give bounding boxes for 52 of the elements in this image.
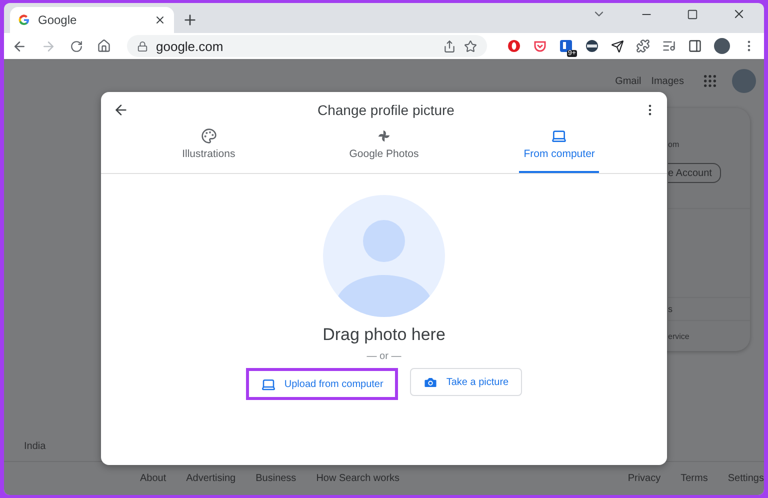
footer-link[interactable]: Advertising	[186, 473, 236, 484]
url-text: google.com	[156, 38, 224, 54]
lock-icon	[137, 40, 148, 52]
star-icon[interactable]	[464, 40, 477, 52]
laptop-icon	[551, 128, 568, 144]
card-item: s	[668, 304, 672, 314]
footer-link[interactable]: How Search works	[316, 473, 400, 484]
dialog-tab[interactable]: Google Photos	[344, 128, 424, 173]
laptop-icon	[261, 376, 276, 392]
manage-account-button[interactable]: e Account	[668, 163, 721, 183]
dialog-title: Change profile picture	[316, 102, 456, 118]
apps-grid-icon[interactable]	[702, 73, 718, 89]
masked-face-icon[interactable]	[585, 39, 599, 53]
header-link[interactable]: Gmail	[615, 76, 642, 86]
action-button[interactable]: Take a picture	[410, 368, 522, 396]
drag-prompt: Drag photo here	[322, 325, 446, 345]
close-icon[interactable]	[154, 14, 166, 26]
maximize-icon[interactable]	[687, 8, 698, 20]
back-icon[interactable]	[12, 38, 27, 54]
reload-icon[interactable]	[70, 40, 83, 52]
address-bar[interactable]: google.com	[127, 35, 487, 57]
profile-avatar[interactable]	[714, 38, 730, 54]
puzzle-icon[interactable]	[636, 39, 650, 53]
new-tab-icon[interactable]	[182, 12, 198, 28]
footer-link[interactable]: Business	[256, 473, 296, 484]
footer-link[interactable]: Privacy	[628, 473, 661, 484]
back-icon[interactable]	[113, 102, 129, 118]
share-icon[interactable]	[443, 40, 456, 52]
footer-link[interactable]: Settings	[728, 473, 764, 484]
dialog-tab[interactable]: From computer	[519, 128, 600, 173]
tab-title: Google	[38, 13, 78, 27]
or-separator: — or —	[366, 351, 402, 362]
pocket-icon[interactable]	[533, 39, 547, 53]
google-logo-icon	[18, 14, 30, 26]
browser-tab[interactable]: Google	[10, 7, 174, 33]
header-link[interactable]: Images	[651, 76, 684, 86]
country-text: India	[24, 440, 46, 452]
playlist-icon[interactable]	[662, 39, 676, 53]
card-item: ervice	[668, 332, 690, 340]
avatar-placeholder-icon	[323, 195, 445, 317]
palette-icon	[200, 128, 217, 144]
dialog-tab[interactable]: Illustrations	[168, 128, 249, 173]
side-panel-icon[interactable]	[688, 39, 702, 53]
footer-link[interactable]: Terms	[680, 473, 708, 484]
send-icon[interactable]	[611, 40, 624, 52]
pinwheel-icon	[376, 128, 392, 144]
action-button[interactable]: Upload from computer	[246, 368, 398, 400]
home-icon[interactable]	[97, 39, 111, 53]
footer-link[interactable]: About	[140, 473, 166, 484]
email-text: om	[668, 140, 680, 149]
close-icon[interactable]	[732, 7, 746, 21]
o-extension-icon[interactable]	[507, 39, 521, 53]
